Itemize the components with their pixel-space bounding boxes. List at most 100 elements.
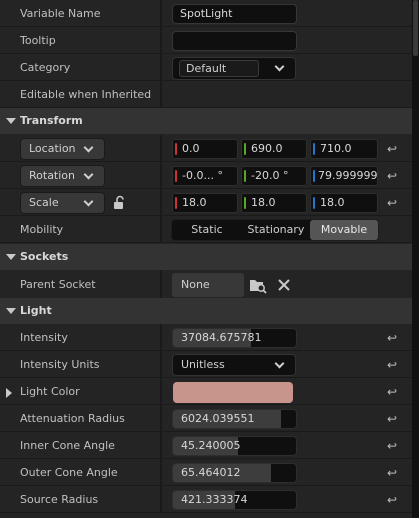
variable-name-input[interactable]: SpotLight <box>172 4 297 24</box>
mobility-segmented-control: Static Stationary Movable <box>171 219 379 241</box>
collapse-arrow-icon <box>6 118 16 124</box>
reset-arrow-icon[interactable]: ↩ <box>387 196 401 210</box>
location-x-input[interactable]: 0.0 <box>172 139 238 159</box>
rotation-label: Rotation <box>29 169 76 182</box>
outer-cone-angle-slider[interactable]: 65.464012 <box>172 463 297 483</box>
row-inner-cone-angle: Inner Cone Angle 45.240005 ↩ <box>0 432 412 459</box>
intensity-slider[interactable]: 37084.675781 <box>172 328 297 348</box>
reset-arrow-icon[interactable]: ↩ <box>387 493 401 507</box>
scale-y-input[interactable]: 18.0 <box>241 193 307 213</box>
y-axis-marker <box>244 197 246 209</box>
collapse-arrow-icon <box>6 308 16 314</box>
chevron-down-icon <box>83 196 94 207</box>
scale-z-input[interactable]: 18.0 <box>310 193 378 213</box>
chevron-down-icon <box>83 169 94 180</box>
location-label: Location <box>29 142 76 155</box>
location-mode-combobox[interactable]: Location <box>20 138 105 160</box>
chevron-down-icon <box>274 358 285 369</box>
row-outer-cone-angle: Outer Cone Angle 65.464012 ↩ <box>0 459 412 486</box>
x-axis-marker <box>175 143 177 155</box>
source-radius-label: Source Radius <box>20 493 99 506</box>
row-tooltip: Tooltip <box>0 27 412 54</box>
folder-search-icon[interactable] <box>249 277 267 294</box>
section-title-sockets: Sockets <box>20 250 69 263</box>
collapse-arrow-icon <box>6 254 16 260</box>
reset-arrow-icon[interactable]: ↩ <box>387 358 401 372</box>
details-panel: Variable Name SpotLight Tooltip Category… <box>0 0 412 518</box>
reset-arrow-icon[interactable]: ↩ <box>387 466 401 480</box>
section-header-sockets[interactable]: Sockets <box>0 244 412 270</box>
unlock-icon[interactable] <box>112 195 128 211</box>
row-rotation: Rotation -0.0... ° -20.0 ° 79.999999 ↩ <box>0 162 412 189</box>
row-variable-name: Variable Name SpotLight <box>0 0 412 27</box>
source-radius-value: 421.333374 <box>181 493 248 506</box>
section-header-transform[interactable]: Transform <box>0 108 412 134</box>
rotation-z-input[interactable]: 79.999999 <box>310 166 378 186</box>
section-title-transform: Transform <box>20 114 83 127</box>
parent-socket-label: Parent Socket <box>20 278 96 291</box>
intensity-units-label: Intensity Units <box>20 358 100 371</box>
section-title-light: Light <box>20 304 52 317</box>
mobility-option-stationary[interactable]: Stationary <box>242 220 310 240</box>
outer-cone-angle-label: Outer Cone Angle <box>20 466 118 479</box>
row-parent-socket: Parent Socket None <box>0 270 412 300</box>
reset-arrow-icon[interactable]: ↩ <box>387 331 401 345</box>
row-editable-inherited: Editable when Inherited <box>0 81 412 185</box>
section-header-light[interactable]: Light <box>0 298 412 324</box>
tooltip-label: Tooltip <box>20 34 56 47</box>
scale-label: Scale <box>29 196 59 209</box>
x-axis-marker <box>175 197 177 209</box>
scrollbar-thumb[interactable] <box>413 0 418 56</box>
row-source-radius: Source Radius 421.333374 ↩ <box>0 486 412 513</box>
reset-arrow-icon[interactable]: ↩ <box>387 169 401 183</box>
scale-mode-combobox[interactable]: Scale <box>20 192 105 214</box>
z-axis-marker <box>313 170 315 182</box>
reset-arrow-icon[interactable]: ↩ <box>387 439 401 453</box>
outer-cone-angle-value: 65.464012 <box>181 466 241 479</box>
category-label: Category <box>20 61 71 74</box>
parent-socket-value[interactable]: None <box>172 273 244 297</box>
rotation-y-input[interactable]: -20.0 ° <box>241 166 307 186</box>
location-z-input[interactable]: 710.0 <box>310 139 378 159</box>
scrollbar-track[interactable] <box>412 0 419 518</box>
mobility-option-movable[interactable]: Movable <box>310 220 378 240</box>
row-attenuation-radius: Attenuation Radius 6024.039551 ↩ <box>0 405 412 432</box>
chevron-down-icon <box>274 61 285 72</box>
attenuation-radius-label: Attenuation Radius <box>20 412 125 425</box>
mobility-option-static[interactable]: Static <box>172 220 242 240</box>
x-axis-marker <box>175 170 177 182</box>
tooltip-input[interactable] <box>172 31 297 51</box>
rotation-mode-combobox[interactable]: Rotation <box>20 165 105 187</box>
reset-arrow-icon[interactable]: ↩ <box>387 412 401 426</box>
light-color-swatch[interactable] <box>173 382 293 403</box>
intensity-units-combobox[interactable]: Unitless <box>172 354 296 376</box>
category-value: Default <box>179 60 259 77</box>
inner-cone-angle-value: 45.240005 <box>181 439 241 452</box>
row-light-color: Light Color ↩ <box>0 378 412 405</box>
y-axis-marker <box>244 170 246 182</box>
category-combobox[interactable]: Default <box>172 57 296 80</box>
z-axis-marker <box>313 143 315 155</box>
row-location: Location 0.0 690.0 710.0 ↩ <box>0 135 412 162</box>
intensity-label: Intensity <box>20 331 68 344</box>
reset-arrow-icon[interactable]: ↩ <box>387 142 401 156</box>
intensity-value: 37084.675781 <box>181 331 262 344</box>
row-scale: Scale 18.0 18.0 18.0 ↩ <box>0 189 412 216</box>
attenuation-radius-value: 6024.039551 <box>181 412 255 425</box>
row-intensity: Intensity 37084.675781 ↩ <box>0 324 412 351</box>
y-axis-marker <box>244 143 246 155</box>
scale-x-input[interactable]: 18.0 <box>172 193 238 213</box>
rotation-x-input[interactable]: -0.0... ° <box>172 166 238 186</box>
location-y-input[interactable]: 690.0 <box>241 139 307 159</box>
mobility-label: Mobility <box>20 223 64 236</box>
editable-inherited-label: Editable when Inherited <box>20 88 152 101</box>
close-icon[interactable] <box>277 278 291 292</box>
row-category: Category Default <box>0 54 412 81</box>
reset-arrow-icon[interactable]: ↩ <box>387 385 401 399</box>
light-color-label: Light Color <box>20 385 80 398</box>
row-intensity-units: Intensity Units Unitless ↩ <box>0 351 412 378</box>
inner-cone-angle-slider[interactable]: 45.240005 <box>172 436 297 456</box>
expand-arrow-icon[interactable] <box>6 388 12 398</box>
source-radius-slider[interactable]: 421.333374 <box>172 490 297 510</box>
attenuation-radius-slider[interactable]: 6024.039551 <box>172 409 297 429</box>
